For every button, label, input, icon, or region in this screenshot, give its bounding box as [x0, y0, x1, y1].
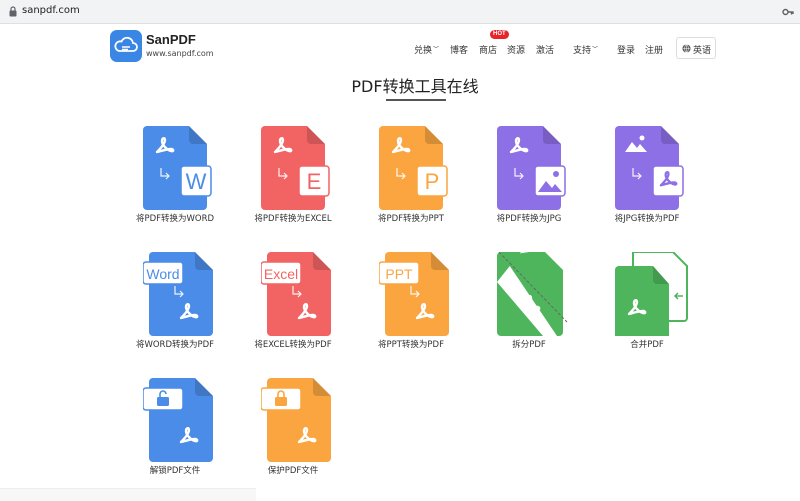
format-letter: W: [186, 169, 207, 194]
merge-pdf-icon: [615, 252, 688, 336]
tool-label: 将PDF转换为JPG: [496, 214, 562, 224]
tool-jpg-to-pdf[interactable]: 将JPG转换为PDF: [587, 126, 707, 236]
logo-url: www.sanpdf.com: [146, 49, 214, 58]
pdf-to-jpg-icon: [497, 126, 566, 210]
logo-name[interactable]: SanPDF: [146, 32, 196, 47]
split-pdf-icon: [497, 252, 568, 336]
format-letter: P: [425, 169, 440, 194]
nav-register[interactable]: 注册: [645, 43, 663, 56]
ppt-to-pdf-icon: PPT: [379, 252, 449, 336]
nav-exchange[interactable]: 兑换﹀: [414, 43, 439, 56]
page-title: PDF转换工具在线: [351, 77, 479, 96]
tool-pdf-to-excel[interactable]: E 将PDF转换为EXCEL: [233, 126, 353, 236]
nav-support[interactable]: 支持﹀: [573, 43, 598, 56]
key-icon[interactable]: [782, 7, 794, 17]
unlock-pdf-icon: [143, 378, 213, 462]
tool-label: 将PDF转换为EXCEL: [254, 214, 332, 224]
tool-label: 将WORD转换为PDF: [135, 340, 215, 350]
tool-merge-pdf[interactable]: 合并PDF: [587, 252, 707, 362]
nav-activate[interactable]: 激活: [536, 43, 554, 56]
format-label: Word: [146, 266, 179, 282]
tool-split-pdf[interactable]: 拆分PDF: [469, 252, 589, 362]
title-underline: [386, 99, 446, 101]
address-bar[interactable]: sanpdf.com: [0, 0, 800, 24]
nav-shop[interactable]: 商店: [479, 43, 497, 56]
tool-pdf-to-ppt[interactable]: P 将PDF转换为PPT: [351, 126, 471, 236]
chevron-down-icon: ﹀: [592, 46, 599, 53]
logo[interactable]: [110, 30, 142, 62]
format-label: Excel: [264, 266, 298, 282]
tool-label: 将PPT转换为PDF: [377, 340, 444, 350]
chevron-down-icon: ﹀: [433, 46, 440, 53]
language-selector[interactable]: 英语: [676, 37, 716, 59]
protect-pdf-icon: [261, 378, 331, 462]
url-text[interactable]: sanpdf.com: [22, 5, 80, 16]
pdf-to-word-icon: W: [143, 126, 212, 210]
tool-label: 合并PDF: [630, 340, 664, 350]
tool-pdf-to-jpg[interactable]: 将PDF转换为JPG: [469, 126, 589, 236]
nav-resources[interactable]: 资源: [507, 43, 525, 56]
status-strip: [0, 488, 256, 501]
tool-label: 解锁PDF文件: [149, 466, 201, 476]
tool-protect-pdf[interactable]: 保护PDF文件: [233, 378, 353, 488]
jpg-to-pdf-icon: [615, 126, 684, 210]
tool-label: 将PDF转换为PPT: [377, 214, 444, 224]
tool-label: 将PDF转换为WORD: [135, 214, 215, 224]
excel-to-pdf-icon: Excel: [261, 252, 331, 336]
pdf-to-ppt-icon: P: [379, 126, 448, 210]
nav-exchange-label: 兑换: [414, 46, 433, 56]
tool-ppt-to-pdf[interactable]: PPT 将PPT转换为PDF: [351, 252, 471, 362]
tool-label: 将EXCEL转换为PDF: [254, 340, 332, 350]
nav-support-label: 支持: [573, 46, 592, 56]
tool-unlock-pdf[interactable]: 解锁PDF文件: [115, 378, 235, 488]
cloud-logo-icon: [114, 36, 138, 52]
tool-label: 拆分PDF: [512, 340, 546, 350]
tool-word-to-pdf[interactable]: Word 将WORD转换为PDF: [115, 252, 235, 362]
tool-label: 将JPG转换为PDF: [614, 214, 680, 224]
format-label: PPT: [385, 266, 413, 282]
nav-login[interactable]: 登录: [617, 43, 635, 56]
word-to-pdf-icon: Word: [143, 252, 213, 336]
globe-icon: [682, 44, 691, 53]
hot-badge: HOT: [490, 30, 509, 39]
nav-blog[interactable]: 博客: [450, 43, 468, 56]
language-label: 英语: [693, 46, 712, 56]
tool-pdf-to-word[interactable]: W 将PDF转换为WORD: [115, 126, 235, 236]
tool-excel-to-pdf[interactable]: Excel 将EXCEL转换为PDF: [233, 252, 353, 362]
lock-icon: [9, 6, 17, 17]
site-header: SanPDF www.sanpdf.com 兑换﹀ 博客 商店 HOT 资源 激…: [0, 24, 800, 70]
tool-label: 保护PDF文件: [267, 466, 319, 476]
format-letter: E: [307, 169, 322, 194]
pdf-to-excel-icon: E: [261, 126, 330, 210]
